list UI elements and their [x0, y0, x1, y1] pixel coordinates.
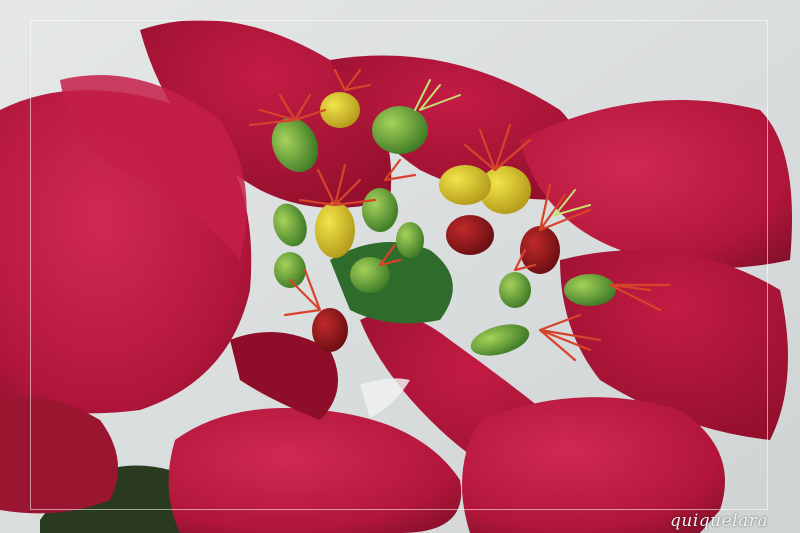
poinsettia-image: [0, 0, 800, 533]
photo: quiquelara: [0, 0, 800, 533]
watermark: quiquelara: [670, 511, 768, 531]
